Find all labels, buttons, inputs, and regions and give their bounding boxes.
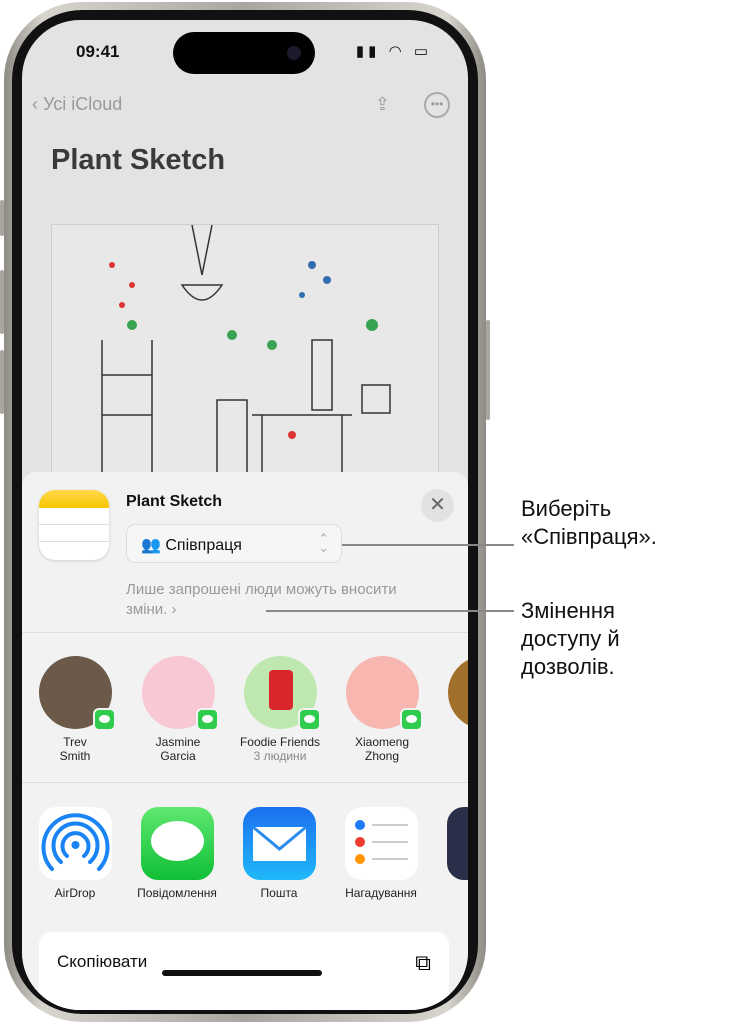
messages-badge-icon — [399, 708, 423, 731]
avatar — [38, 656, 116, 731]
more-icon[interactable]: ••• — [424, 92, 450, 118]
app-messages[interactable]: Повідомлення — [127, 807, 227, 900]
person-jasmine[interactable]: Jasmine Garcia — [132, 656, 224, 763]
mail-icon — [242, 807, 316, 880]
messages-badge-icon — [297, 708, 321, 731]
plant-sketch-image — [51, 224, 439, 504]
app-reminders[interactable]: Нагадування — [331, 807, 431, 900]
person-trev[interactable]: Trev Smith — [29, 656, 121, 763]
note-title: Plant Sketch — [51, 144, 226, 176]
share-title: Plant Sketch — [126, 493, 223, 510]
callout-change-access: Змінення доступу й дозволів. — [521, 598, 620, 679]
nav-bar: ‹ Усі iCloud ⇪ ••• — [32, 92, 450, 124]
permissions-link[interactable]: Лише запрошені люди можуть вносити зміни… — [126, 580, 406, 620]
share-icon[interactable]: ⇪ — [375, 94, 390, 115]
people-icon: 👥 — [141, 537, 161, 554]
share-sheet: Plant Sketch ✕ 👥 Співпраця ⌃ ⌄ Лише запро… — [22, 472, 468, 1010]
app-partial[interactable]: Щ — [433, 807, 468, 900]
messages-badge-icon — [195, 708, 219, 731]
copy-icon: ⧉ — [415, 950, 431, 975]
avatar — [141, 656, 219, 731]
collaboration-select[interactable]: 👥 Співпраця ⌃ ⌄ — [126, 524, 342, 563]
avatar — [447, 656, 468, 729]
chevron-right-icon: › — [171, 601, 177, 618]
airdrop-icon — [38, 807, 112, 880]
app-mail[interactable]: Пошта — [229, 807, 329, 900]
reminders-icon — [344, 807, 418, 880]
avatar — [243, 656, 321, 731]
notes-app-icon — [39, 490, 109, 560]
screen: 09:41 ▮▮ ◠ ▭ ‹ Усі iCloud ⇪ ••• Plant Sk… — [22, 20, 468, 1010]
app-icon — [446, 807, 468, 880]
back-button[interactable]: ‹ Усі iCloud — [32, 94, 122, 114]
status-icons: ▮▮ ◠ ▭ — [355, 43, 432, 60]
person-foodie-friends[interactable]: Foodie Friends 3 людини — [234, 656, 326, 763]
status-time: 09:41 — [76, 42, 120, 61]
select-value: Співпраця — [165, 537, 242, 554]
home-indicator — [162, 970, 322, 976]
dynamic-island — [173, 32, 315, 74]
person-xiaomeng[interactable]: Xiaomeng Zhong — [336, 656, 428, 763]
messages-badge-icon — [92, 708, 116, 731]
person-partial[interactable]: C — [438, 656, 468, 749]
chevron-updown-icon: ⌃ ⌄ — [318, 531, 329, 555]
close-button[interactable]: ✕ — [421, 489, 454, 522]
back-label: Усі iCloud — [43, 94, 123, 114]
messages-icon — [140, 807, 214, 880]
callout-choose-collaboration: Виберіть «Співпраця». — [521, 496, 657, 549]
avatar — [345, 656, 423, 731]
app-airdrop[interactable]: AirDrop — [25, 807, 125, 900]
